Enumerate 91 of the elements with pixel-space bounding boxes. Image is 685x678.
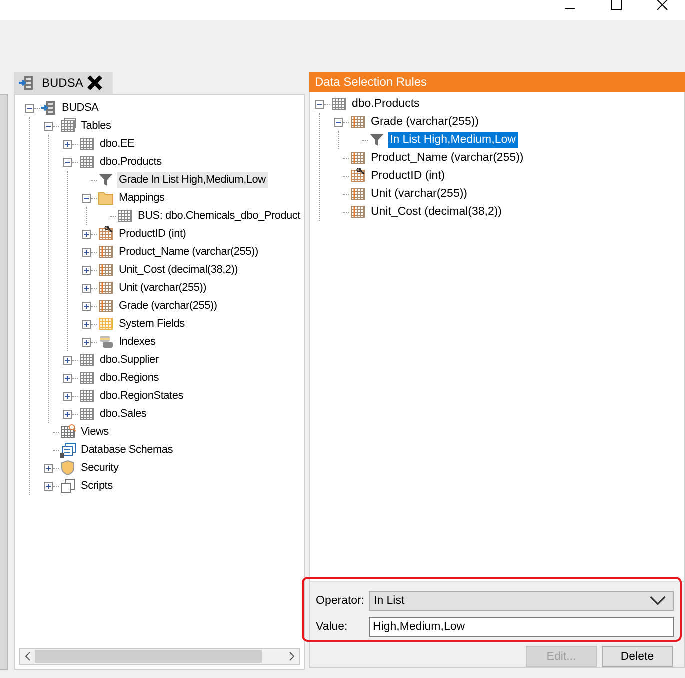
key-column-icon <box>350 168 366 184</box>
tree-item[interactable]: Database Schemas <box>79 442 175 458</box>
close-icon <box>656 0 668 10</box>
tree-item[interactable]: dbo.Products <box>98 154 164 170</box>
expand-icon[interactable] <box>82 284 91 292</box>
field-label: Value: <box>316 621 349 633</box>
index-icon <box>98 334 114 350</box>
schemas-icon <box>60 442 76 458</box>
tree-item[interactable]: Grade (varchar(255)) <box>117 298 220 314</box>
collapse-icon[interactable] <box>25 104 34 112</box>
database-icon <box>41 100 57 116</box>
expand-icon[interactable] <box>63 410 72 418</box>
column-icon <box>98 298 114 314</box>
tree-item[interactable]: Views <box>79 424 111 440</box>
tree-item[interactable]: Unit_Cost (decimal(38,2)) <box>369 204 504 220</box>
table-icon <box>79 388 95 404</box>
tree-item[interactable]: Security <box>79 460 121 476</box>
folder-icon <box>98 190 114 206</box>
expand-icon[interactable] <box>82 266 91 274</box>
column-icon <box>98 280 114 296</box>
collapse-icon[interactable] <box>334 118 343 126</box>
operator-dropdown[interactable]: In List <box>369 591 674 611</box>
table-icon <box>79 370 95 386</box>
tree-item[interactable]: Grade (varchar(255)) <box>369 114 482 130</box>
value-field[interactable]: High,Medium,Low <box>369 617 674 637</box>
tree-item[interactable]: ProductID (int) <box>117 226 188 242</box>
tree-item[interactable]: Grade In List High,Medium,Low <box>117 172 268 188</box>
system-fields-icon <box>98 316 114 332</box>
column-icon <box>350 204 366 220</box>
column-icon <box>98 244 114 260</box>
expand-icon[interactable] <box>63 392 72 400</box>
tree-item[interactable]: Unit (varchar(255)) <box>117 280 209 296</box>
tree-item[interactable]: dbo.Regions <box>98 370 162 386</box>
filter-icon <box>98 172 114 188</box>
horizontal-scrollbar[interactable] <box>19 648 300 665</box>
expand-icon[interactable] <box>82 230 91 238</box>
table-icon <box>79 136 95 152</box>
collapse-icon[interactable] <box>63 158 72 166</box>
key-column-icon <box>98 226 114 242</box>
expand-icon[interactable] <box>82 248 91 256</box>
column-icon <box>350 186 366 202</box>
scripts-icon <box>60 478 76 494</box>
action-button[interactable]: Delete <box>602 646 673 667</box>
minimize-icon <box>565 8 575 9</box>
tree-item[interactable]: Scripts <box>79 478 115 494</box>
tables-icon <box>60 118 76 134</box>
maximize-icon <box>610 0 622 10</box>
tree-item[interactable]: BUS: dbo.Chemicals_dbo_Product <box>136 208 302 224</box>
expand-icon[interactable] <box>82 320 91 328</box>
expand-icon[interactable] <box>63 356 72 364</box>
column-icon <box>98 262 114 278</box>
tree-item[interactable]: Tables <box>79 118 114 134</box>
expand-icon[interactable] <box>44 482 53 490</box>
tree-item[interactable]: Product_Name (varchar(255)) <box>369 150 526 166</box>
expand-icon[interactable] <box>82 338 91 346</box>
expand-icon[interactable] <box>63 140 72 148</box>
tree-item[interactable]: dbo.Products <box>350 96 422 112</box>
collapse-icon[interactable] <box>315 100 324 108</box>
filter-icon <box>369 132 385 148</box>
expand-icon[interactable] <box>63 374 72 382</box>
tree-item[interactable]: Unit_Cost (decimal(38,2)) <box>117 262 240 278</box>
tree-item[interactable]: dbo.RegionStates <box>98 388 186 404</box>
database-icon <box>19 75 35 91</box>
tree-item[interactable]: ProductID (int) <box>369 168 448 184</box>
expand-icon[interactable] <box>82 302 91 310</box>
tree-item[interactable]: Mappings <box>117 190 167 206</box>
tree-item[interactable]: dbo.Sales <box>98 406 149 422</box>
shield-icon <box>60 460 76 476</box>
tree-item[interactable]: dbo.EE <box>98 136 137 152</box>
tree-item[interactable]: Indexes <box>117 334 158 350</box>
tree-item[interactable]: In List High,Medium,Low <box>388 132 518 148</box>
table-icon <box>331 96 347 112</box>
collapse-icon[interactable] <box>44 122 53 130</box>
close-icon <box>87 75 104 91</box>
column-icon <box>350 114 366 130</box>
collapse-icon[interactable] <box>82 194 91 202</box>
column-icon <box>350 150 366 166</box>
table-icon <box>79 406 95 422</box>
views-icon <box>60 424 76 440</box>
tree-item[interactable]: Product_Name (varchar(255)) <box>117 244 260 260</box>
tree-item[interactable]: BUDSA <box>60 100 101 116</box>
field-label: Operator: <box>316 595 366 607</box>
document-tab[interactable]: BUDSA <box>14 72 114 94</box>
panel-header: Data Selection Rules <box>309 72 685 92</box>
tree-item[interactable]: System Fields <box>117 316 187 332</box>
table-icon <box>79 154 95 170</box>
expand-icon[interactable] <box>44 464 53 472</box>
table-icon <box>117 208 133 224</box>
table-icon <box>79 352 95 368</box>
tree-item[interactable]: Unit (varchar(255)) <box>369 186 470 202</box>
tree-item[interactable]: dbo.Supplier <box>98 352 161 368</box>
